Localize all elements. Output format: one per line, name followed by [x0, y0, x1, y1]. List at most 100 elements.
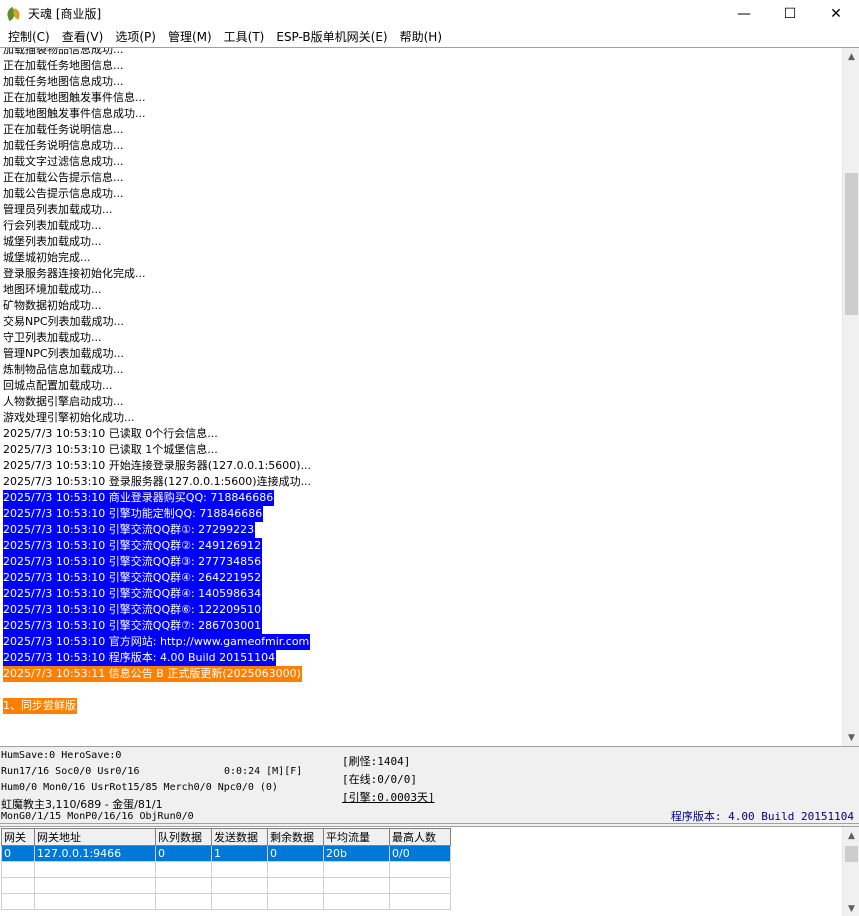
- log-line: 游戏处理引擎初始化成功...: [3, 410, 837, 426]
- gateway-grid[interactable]: 网关 网关地址 队列数据 发送数据 剩余数据 平均流量 最高人数 0 127.0…: [0, 826, 859, 916]
- col-queue[interactable]: 队列数据: [155, 828, 212, 846]
- status-run: Run17/16 Soc0/0 Usr0/16: [1, 766, 140, 777]
- table-header-row: 网关 网关地址 队列数据 发送数据 剩余数据 平均流量 最高人数: [1, 828, 451, 846]
- log-line-text: 2025/7/3 10:53:11 信息公告 B 正式版更新(202506300…: [3, 666, 302, 682]
- log-line-text: 加载公告提示信息成功...: [3, 187, 124, 200]
- log-line: 2025/7/3 10:53:10 引擎交流QQ群①: 27299223: [3, 522, 837, 538]
- log-line: 矿物数据初始成功...: [3, 298, 837, 314]
- log-line-text: 2025/7/3 10:53:10 引擎交流QQ群⑥: 122209510: [3, 602, 263, 618]
- log-scroll-thumb[interactable]: [845, 173, 858, 315]
- log-line: 行会列表加载成功...: [3, 218, 837, 234]
- log-blank-line: [3, 682, 837, 698]
- close-button[interactable]: ✕: [813, 0, 859, 27]
- col-max-users[interactable]: 最高人数: [389, 828, 451, 846]
- log-panel[interactable]: 加载描裂物品信息成功... 正在加载任务地图信息... 加载任务地图信息成功... 正…: [0, 47, 859, 747]
- log-line-text: 2025/7/3 10:53:10 引擎交流QQ群④: 140598634: [3, 586, 263, 602]
- log-line: 2025/7/3 10:53:10 引擎交流QQ群⑥: 122209510: [3, 602, 837, 618]
- log-line: 2025/7/3 10:53:10 引擎交流QQ群④: 140598634: [3, 586, 837, 602]
- menu-bar: 控制(C) 查看(V) 选项(P) 管理(M) 工具(T) ESP-B版单机网关…: [0, 27, 859, 47]
- menu-manage[interactable]: 管理(M): [162, 27, 218, 47]
- cell-gateway: 0: [1, 845, 35, 862]
- scroll-down-icon[interactable]: ▼: [843, 900, 859, 916]
- cell-remain: 0: [267, 845, 324, 862]
- log-line-text: 2025/7/3 10:53:10 商业登录器购买QQ: 718846686: [3, 490, 275, 506]
- col-sent[interactable]: 发送数据: [211, 828, 268, 846]
- log-line: 2025/7/3 10:53:10 商业登录器购买QQ: 718846686: [3, 490, 837, 506]
- log-line-text: 2025/7/3 10:53:10 开始连接登录服务器(127.0.0.1:56…: [3, 459, 312, 472]
- grid-scroll-thumb[interactable]: [845, 846, 858, 862]
- col-remain[interactable]: 剩余数据: [267, 828, 324, 846]
- cell-traffic: 20b: [323, 845, 390, 862]
- log-line: 2025/7/3 10:53:10 程序版本: 4.00 Build 20151…: [3, 650, 837, 666]
- grid-scrollbar[interactable]: ▲ ▼: [842, 827, 859, 916]
- log-line: 2025/7/3 10:53:10 官方网站: http://www.gameo…: [3, 634, 837, 650]
- log-line: 交易NPC列表加载成功...: [3, 314, 837, 330]
- status-online: [在线:0/0/0]: [342, 773, 417, 786]
- status-panel: HumSave:0 HeroSave:0 Run17/16 Soc0/0 Usr…: [0, 748, 859, 824]
- log-line: 2025/7/3 10:53:10 已读取 0个行会信息...: [3, 426, 837, 442]
- cell-address: 127.0.0.1:9466: [34, 845, 156, 862]
- log-line-text: 加载任务说明信息成功...: [3, 139, 124, 152]
- log-line-text: 2025/7/3 10:53:10 登录服务器(127.0.0.1:5600)连…: [3, 475, 312, 488]
- status-mon: MonG0/1/15 MonP0/16/16 ObjRun0/0: [1, 811, 194, 822]
- menu-gateway[interactable]: ESP-B版单机网关(E): [270, 27, 393, 47]
- log-line-text: 交易NPC列表加载成功...: [3, 315, 125, 328]
- log-line: 加载任务地图信息成功...: [3, 74, 837, 90]
- col-gateway[interactable]: 网关: [1, 828, 35, 846]
- log-line-text: 加载描裂物品信息成功...: [3, 47, 124, 56]
- log-line-text: 2025/7/3 10:53:10 引擎交流QQ群③: 277734856: [3, 554, 263, 570]
- log-line: 人物数据引擎启动成功...: [3, 394, 837, 410]
- log-line: 加载文字过滤信息成功...: [3, 154, 837, 170]
- log-line-text: 回城点配置加载成功...: [3, 379, 113, 392]
- menu-options[interactable]: 选项(P): [109, 27, 162, 47]
- log-line-text: 管理NPC列表加载成功...: [3, 347, 125, 360]
- gateway-table: 网关 网关地址 队列数据 发送数据 剩余数据 平均流量 最高人数 0 127.0…: [1, 828, 451, 910]
- log-line: 地图环境加载成功...: [3, 282, 837, 298]
- log-line: 2025/7/3 10:53:10 引擎交流QQ群④: 264221952: [3, 570, 837, 586]
- status-refresh: [刷怪:1404]: [342, 755, 411, 768]
- menu-tools[interactable]: 工具(T): [218, 27, 271, 47]
- status-hum: Hum0/0 Mon0/16 UsrRot15/85 Merch0/0 Npc0…: [1, 782, 278, 793]
- menu-view[interactable]: 查看(V): [56, 27, 110, 47]
- log-line: 2025/7/3 10:53:10 引擎交流QQ群③: 277734856: [3, 554, 837, 570]
- log-scrollbar[interactable]: ▲ ▼: [842, 48, 859, 746]
- log-line-text: 行会列表加载成功...: [3, 219, 102, 232]
- menu-control[interactable]: 控制(C): [2, 27, 56, 47]
- col-traffic[interactable]: 平均流量: [323, 828, 390, 846]
- log-line-text: 正在加载任务地图信息...: [3, 59, 124, 72]
- status-time: 0:0:24 [M][F]: [224, 766, 303, 777]
- scroll-up-icon[interactable]: ▲: [843, 827, 859, 844]
- log-line: 2025/7/3 10:53:11 信息公告 B 正式版更新(202506300…: [3, 666, 837, 682]
- window-title: 天魂 [商业版]: [28, 7, 102, 21]
- scroll-down-icon[interactable]: ▼: [843, 729, 859, 746]
- log-line-text: 加载文字过滤信息成功...: [3, 155, 124, 168]
- log-line: 2025/7/3 10:53:10 引擎功能定制QQ: 718846686: [3, 506, 837, 522]
- log-line: 登录服务器连接初始化完成...: [3, 266, 837, 282]
- scroll-up-icon[interactable]: ▲: [843, 48, 859, 65]
- log-line: 守卫列表加载成功...: [3, 330, 837, 346]
- log-line: 2025/7/3 10:53:10 引擎交流QQ群⑦: 286703001: [3, 618, 837, 634]
- log-line: 回城点配置加载成功...: [3, 378, 837, 394]
- log-line: 2025/7/3 10:53:10 已读取 1个城堡信息...: [3, 442, 837, 458]
- log-line: 正在加载任务说明信息...: [3, 122, 837, 138]
- log-line-text: 正在加载任务说明信息...: [3, 123, 124, 136]
- maximize-button[interactable]: ☐: [767, 0, 813, 27]
- log-line: 加载地图触发事件信息成功...: [3, 106, 837, 122]
- log-line-text: 2025/7/3 10:53:10 官方网站: http://www.gameo…: [3, 634, 311, 650]
- log-line-text: 2025/7/3 10:53:10 已读取 0个行会信息...: [3, 427, 218, 440]
- log-line-text: 正在加载公告提示信息...: [3, 171, 124, 184]
- minimize-button[interactable]: —: [721, 0, 767, 27]
- log-line-text: 人物数据引擎启动成功...: [3, 395, 124, 408]
- status-boss: 虹魔教主3,110/689 - 金蛋/81/1: [1, 798, 163, 811]
- col-address[interactable]: 网关地址: [34, 828, 156, 846]
- log-line-text: 1、同步尝鲜版: [3, 698, 77, 714]
- log-line-text: 2025/7/3 10:53:10 引擎交流QQ群④: 264221952: [3, 570, 263, 586]
- log-line-text: 2025/7/3 10:53:10 引擎交流QQ群①: 27299223: [3, 522, 256, 538]
- log-line-text: 2025/7/3 10:53:10 程序版本: 4.00 Build 20151…: [3, 650, 277, 666]
- log-line-text: 地图环境加载成功...: [3, 283, 102, 296]
- log-line: 城堡列表加载成功...: [3, 234, 837, 250]
- log-line-text: 2025/7/3 10:53:10 已读取 1个城堡信息...: [3, 443, 218, 456]
- table-row[interactable]: 0 127.0.0.1:9466 0 1 0 20b 0/0: [1, 845, 451, 862]
- menu-help[interactable]: 帮助(H): [394, 27, 448, 47]
- status-version: 程序版本: 4.00 Build 20151104: [670, 810, 854, 823]
